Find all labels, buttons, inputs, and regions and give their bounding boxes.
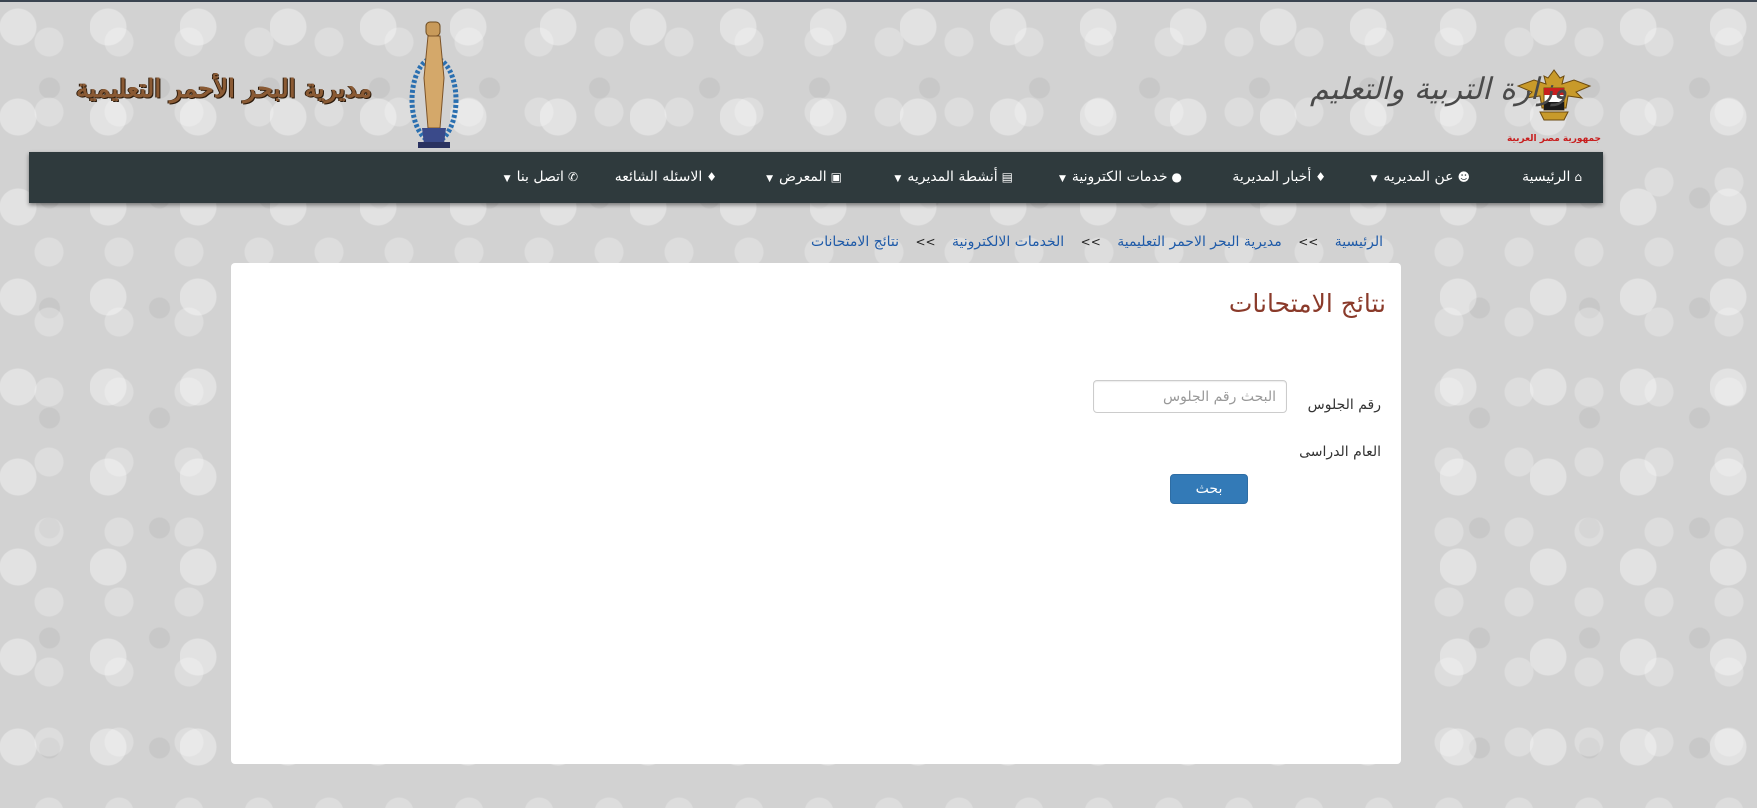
nav-news[interactable]: ♦أخبار المديرية — [1232, 152, 1326, 203]
nav-home-label: الرئيسية — [1522, 169, 1571, 185]
nav-about-label: عن المديريه — [1383, 169, 1454, 185]
institution-icon: ▤ — [1001, 170, 1013, 184]
nav-faq-label: الاسئله الشائعه — [614, 169, 703, 185]
nav-activities[interactable]: ▤أنشطة المديريه ▼ — [894, 152, 1013, 203]
nav-faq[interactable]: ♦الاسئله الشائعه — [615, 152, 717, 203]
caret-down-icon: ▼ — [503, 174, 511, 184]
seat-number-label: رقم الجلوس — [1307, 397, 1381, 413]
emblem-caption: جمهورية مصر العربية — [1506, 134, 1602, 144]
main-navbar: ⌂الرئيسية ☻عن المديريه▼ ♦أخبار المديرية … — [29, 152, 1603, 203]
graduation-cap-icon: ♦ — [1315, 170, 1326, 184]
nav-contact[interactable]: ✆اتصل بنا ▼ — [504, 152, 578, 203]
breadcrumb-separator: >> — [915, 235, 936, 249]
nav-about[interactable]: ☻عن المديريه ▼ — [1370, 152, 1470, 203]
breadcrumb-home[interactable]: الرئيسية — [1335, 234, 1383, 250]
caret-down-icon: ▼ — [1370, 174, 1378, 184]
site-header: جمهورية مصر العربية وزارة التربية والتعل… — [0, 2, 1757, 152]
page-title: نتائج الامتحانات — [1228, 289, 1386, 318]
pharaonic-statue-logo — [400, 18, 468, 152]
academic-year-label: العام الدراسى — [1299, 444, 1381, 460]
nav-activities-label: أنشطة المديريه — [907, 169, 998, 185]
nav-gallery[interactable]: ▣المعرض ▼ — [766, 152, 842, 203]
phone-icon: ✆ — [567, 170, 578, 184]
breadcrumb-current[interactable]: نتائج الامتحانات — [811, 234, 899, 250]
seat-number-input[interactable] — [1093, 380, 1287, 413]
nav-gallery-label: المعرض — [779, 169, 827, 185]
breadcrumb-directorate[interactable]: مديرية البحر الاحمر التعليمية — [1117, 234, 1282, 250]
caret-down-icon: ▼ — [766, 174, 773, 184]
nav-contact-label: اتصل بنا — [516, 169, 564, 185]
nav-news-label: أخبار المديرية — [1232, 169, 1312, 185]
globe-icon: ● — [1171, 170, 1182, 184]
search-button[interactable]: بحث — [1170, 474, 1248, 504]
breadcrumb-separator: >> — [1298, 235, 1319, 249]
graduation-cap-icon: ♦ — [706, 170, 717, 184]
breadcrumb-e-services[interactable]: الخدمات الالكترونية — [952, 234, 1064, 250]
caret-down-icon: ▼ — [894, 174, 902, 184]
nav-e-services-label: خدمات الكترونية — [1071, 169, 1168, 185]
users-icon: ☻ — [1457, 170, 1470, 184]
ministry-logo: وزارة التربية والتعليم — [1310, 72, 1569, 132]
caret-down-icon: ▼ — [1058, 174, 1066, 184]
breadcrumb: الرئيسية >> مديرية البحر الاحمر التعليمي… — [811, 234, 1383, 254]
content-panel: نتائج الامتحانات رقم الجلوس العام الدراس… — [231, 263, 1401, 764]
home-icon: ⌂ — [1574, 170, 1582, 184]
ministry-name: وزارة التربية والتعليم — [1310, 72, 1569, 107]
directorate-title: مديرية البحر الأحمر التعليمية — [75, 74, 373, 103]
nav-e-services[interactable]: ●خدمات الكترونية ▼ — [1059, 152, 1182, 203]
camera-icon: ▣ — [830, 170, 842, 184]
nav-home[interactable]: ⌂الرئيسية — [1522, 152, 1582, 203]
breadcrumb-separator: >> — [1080, 235, 1101, 249]
